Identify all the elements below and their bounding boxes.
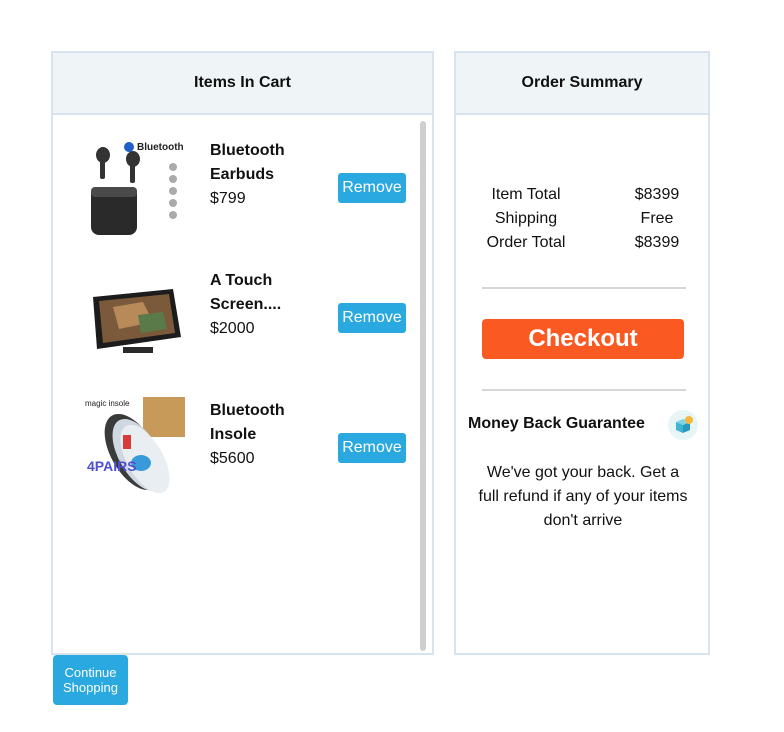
summary-label: Shipping bbox=[494, 210, 558, 227]
insole-image: magic insole 4PAIRS bbox=[83, 397, 185, 499]
item-name: Bluetooth Insole bbox=[210, 402, 285, 443]
item-name: A Touch Screen.... bbox=[210, 272, 282, 313]
continue-shopping-button[interactable]: Continue Shopping bbox=[53, 655, 128, 705]
item-price: $2000 bbox=[210, 320, 255, 337]
summary-value: Free bbox=[640, 210, 674, 227]
cart-scrollbar[interactable] bbox=[420, 121, 426, 651]
guarantee-text: We've got your back. Get a full refund i… bbox=[478, 464, 688, 529]
summary-value: $8399 bbox=[634, 234, 680, 251]
cart-panel: Items In Cart Bluetooth Bluetooth Earbud… bbox=[51, 51, 434, 655]
cart-item: magic insole 4PAIRS Bluetooth Insole $56… bbox=[53, 397, 413, 501]
summary-label: Item Total bbox=[491, 186, 561, 203]
screen-magnifier-image bbox=[83, 267, 185, 369]
divider bbox=[482, 389, 686, 391]
cart-header: Items In Cart bbox=[53, 53, 432, 115]
cart-item: Bluetooth Bluetooth Earbuds $799 Remove bbox=[53, 137, 413, 241]
cart-item: A Touch Screen.... $2000 Remove bbox=[53, 267, 413, 371]
item-name: Bluetooth Earbuds bbox=[210, 142, 285, 183]
remove-button[interactable]: Remove bbox=[338, 433, 406, 463]
item-price: $5600 bbox=[210, 450, 255, 467]
svg-text:4PAIRS: 4PAIRS bbox=[87, 458, 137, 474]
earbuds-image: Bluetooth bbox=[83, 137, 185, 239]
remove-button[interactable]: Remove bbox=[338, 303, 406, 333]
guarantee-package-icon bbox=[668, 410, 698, 440]
svg-text:magic insole: magic insole bbox=[85, 399, 130, 408]
guarantee-title: Money Back Guarantee bbox=[468, 415, 645, 432]
summary-row-item-total: Item Total $8399 bbox=[486, 186, 686, 210]
svg-text:Bluetooth: Bluetooth bbox=[137, 142, 184, 153]
item-price: $799 bbox=[210, 190, 246, 207]
summary-label: Order Total bbox=[486, 234, 566, 251]
summary-value: $8399 bbox=[634, 186, 680, 203]
order-summary-panel: Order Summary Item Total $8399 Shipping … bbox=[454, 51, 710, 655]
summary-header: Order Summary bbox=[456, 53, 708, 115]
summary-row-order-total: Order Total $8399 bbox=[486, 234, 686, 258]
cart-scrollbar-thumb[interactable] bbox=[420, 121, 426, 651]
checkout-button[interactable]: Checkout bbox=[482, 319, 684, 359]
divider bbox=[482, 287, 686, 289]
summary-row-shipping: Shipping Free bbox=[486, 210, 686, 234]
remove-button[interactable]: Remove bbox=[338, 173, 406, 203]
